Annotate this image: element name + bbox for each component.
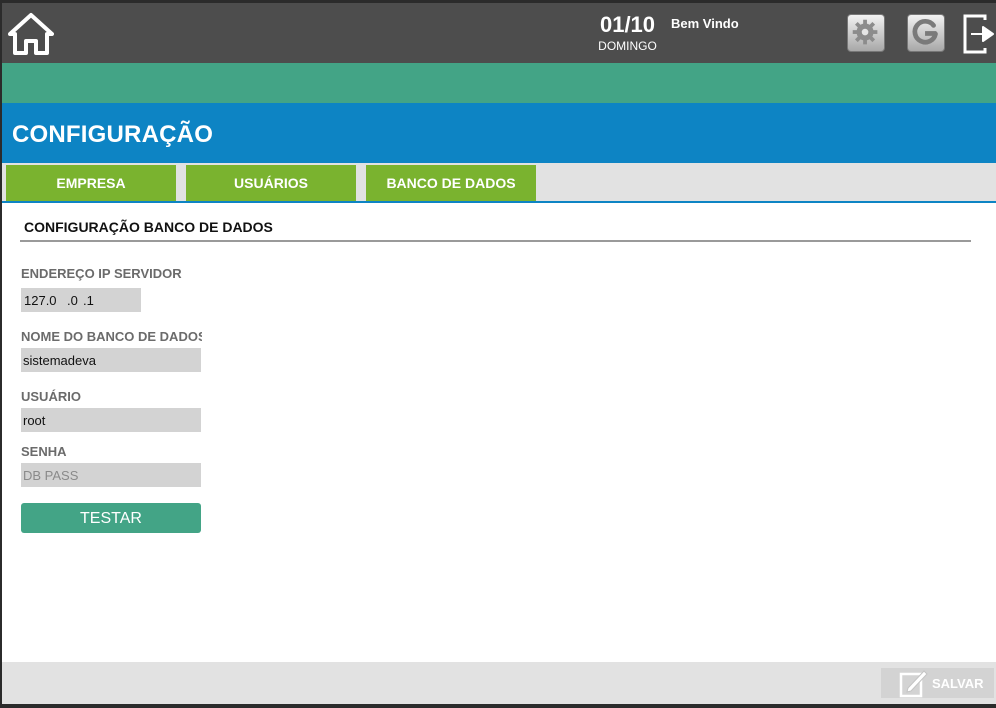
- settings-button[interactable]: [847, 14, 885, 52]
- refresh-button[interactable]: [907, 14, 945, 52]
- password-label: SENHA: [21, 444, 67, 459]
- power-icon: [912, 19, 938, 45]
- bottom-edge: [2, 704, 996, 708]
- green-band: [2, 63, 996, 103]
- current-day: DOMINGO: [598, 39, 657, 53]
- page-title: CONFIGURAÇÃO: [12, 121, 214, 148]
- footer-bar: SALVAR: [2, 662, 996, 708]
- test-button[interactable]: TESTAR: [21, 503, 201, 533]
- tab-bar: EMPRESA USUÁRIOS BANCO DE DADOS: [2, 163, 996, 203]
- tab-empresa[interactable]: EMPRESA: [6, 165, 176, 201]
- user-input[interactable]: [21, 408, 201, 432]
- tab-banco-de-dados[interactable]: BANCO DE DADOS: [366, 165, 536, 201]
- exit-icon[interactable]: [961, 14, 995, 54]
- welcome-text: Bem Vindo: [671, 16, 739, 31]
- save-label: SALVAR: [932, 676, 984, 691]
- section-divider: [20, 240, 971, 242]
- user-label: USUÁRIO: [21, 389, 81, 404]
- gear-icon: [852, 19, 878, 45]
- ip-server-label: ENDEREÇO IP SERVIDOR: [21, 266, 182, 281]
- top-bar: 01/10 DOMINGO Bem Vindo: [2, 3, 996, 63]
- ip-segment-3[interactable]: .1: [83, 288, 94, 312]
- date-display: 01/10 DOMINGO: [590, 12, 665, 53]
- database-name-label: NOME DO BANCO DE DADOS: [21, 329, 202, 344]
- password-input[interactable]: [21, 463, 201, 487]
- home-icon[interactable]: [8, 11, 54, 57]
- edit-icon: [899, 670, 928, 698]
- database-name-input[interactable]: [21, 348, 201, 372]
- title-bar: CONFIGURAÇÃO: [2, 103, 996, 163]
- ip-segment-2[interactable]: .0: [67, 288, 78, 312]
- ip-segment-1[interactable]: 127.0: [24, 288, 57, 312]
- section-title: CONFIGURAÇÃO BANCO DE DADOS: [24, 219, 273, 235]
- save-button[interactable]: SALVAR: [881, 668, 994, 698]
- current-date: 01/10: [599, 12, 656, 37]
- ip-address-field[interactable]: 127.0 .0 .1: [21, 288, 141, 312]
- tab-usuarios[interactable]: USUÁRIOS: [186, 165, 356, 201]
